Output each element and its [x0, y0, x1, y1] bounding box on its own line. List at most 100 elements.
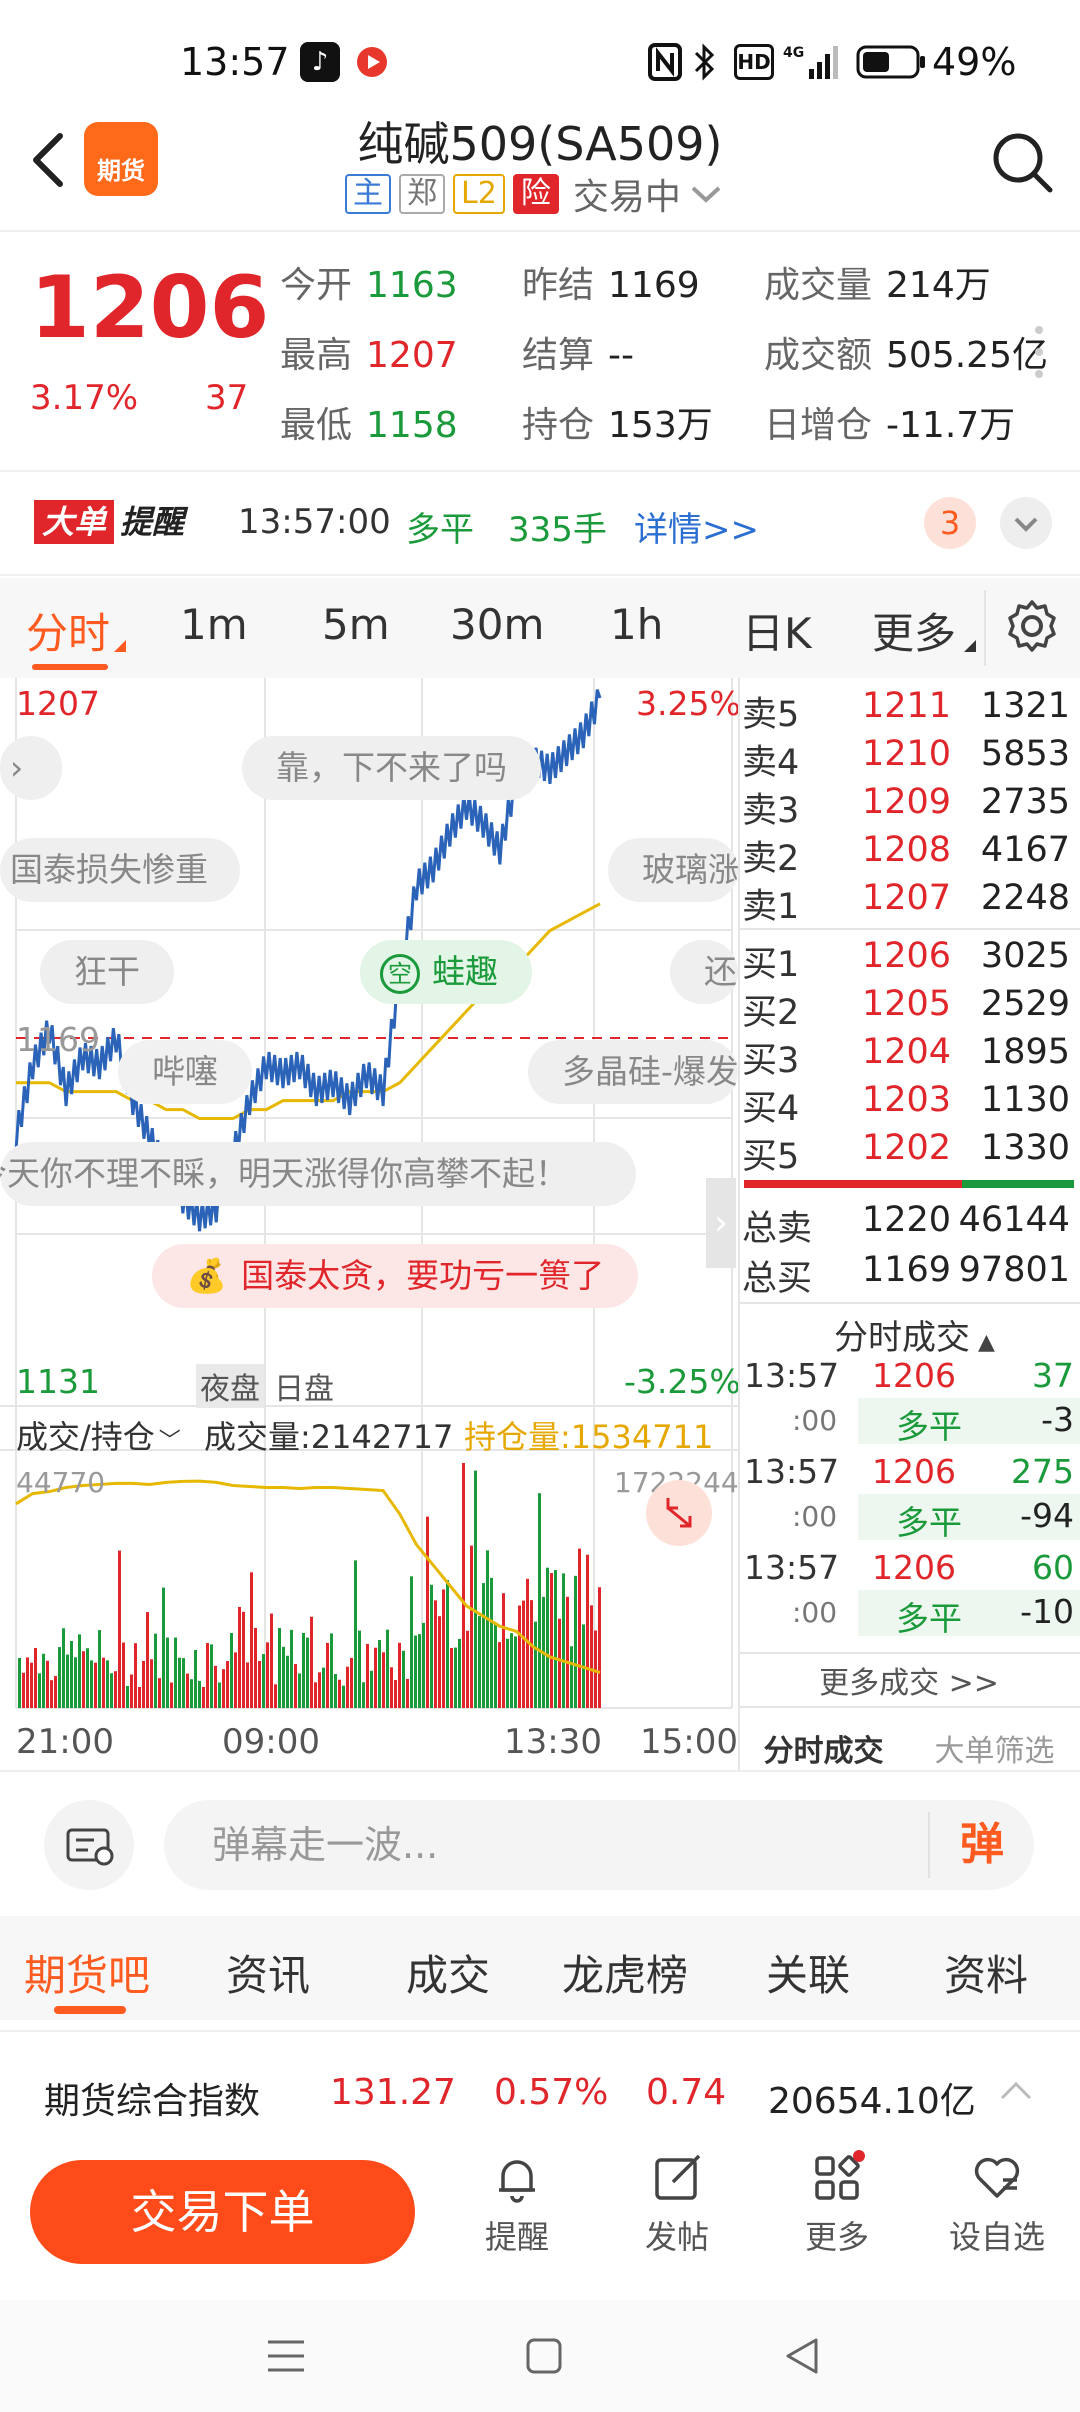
volume-bar: [498, 1642, 501, 1708]
tab-profile[interactable]: 资料: [944, 1942, 1028, 2003]
expand-arrows-icon[interactable]: [646, 1480, 712, 1546]
volume-bar: [202, 1686, 205, 1708]
chevron-down-icon[interactable]: [689, 182, 723, 206]
tab-intraday[interactable]: 分时: [26, 600, 110, 661]
tab-trade-ticks[interactable]: 分时成交: [738, 1726, 909, 1770]
danmaku-bubble-highlight: 空蛙趣: [360, 940, 532, 1004]
place-order-button[interactable]: 交易下单: [30, 2160, 415, 2264]
status-time: 13:57: [180, 40, 290, 84]
tag-main: 主: [345, 174, 391, 214]
tab-related[interactable]: 关联: [766, 1942, 850, 2003]
more-trades-link[interactable]: 更多成交 >>: [738, 1658, 1080, 1702]
tab-daily-k[interactable]: 日K: [742, 600, 812, 661]
volume-bar: [362, 1682, 365, 1708]
panel-collapse-handle[interactable]: ›: [706, 1178, 736, 1268]
tab-5m[interactable]: 5m: [322, 600, 390, 649]
home-icon[interactable]: [524, 2336, 564, 2376]
nav-post[interactable]: 发帖: [602, 2150, 752, 2258]
volume-bar: [470, 1545, 473, 1708]
tab-trades[interactable]: 成交: [406, 1942, 490, 2003]
index-change-pct: 0.57%: [494, 2072, 609, 2113]
stat-high: 最高 1207: [280, 335, 458, 376]
alert-detail-link[interactable]: 详情>>: [634, 502, 759, 551]
volume-bar: [122, 1642, 125, 1708]
volume-bar: [194, 1649, 197, 1708]
y-axis-low: 1131: [16, 1362, 100, 1401]
danmaku-bubble-gift: 💰 国泰太贪，要功亏一篑了: [152, 1244, 639, 1308]
contract-tags: 主 郑 L2 险 交易中: [345, 172, 723, 218]
apps-icon: [815, 2150, 865, 2200]
volume-bar: [574, 1575, 577, 1708]
volume-bar: [330, 1633, 333, 1708]
status-bar: 13:57 ♪ HD 4G 49%: [0, 0, 1080, 110]
volume-bar: [374, 1647, 377, 1708]
tab-1m[interactable]: 1m: [180, 600, 248, 649]
volume-bar: [270, 1613, 273, 1708]
volume-bar: [78, 1634, 81, 1708]
stat-open-interest: 持仓 153万: [522, 405, 713, 446]
danmaku-toggle-icon[interactable]: [44, 1800, 134, 1890]
volume-bar: [26, 1657, 29, 1708]
chevron-up-icon[interactable]: [998, 2078, 1034, 2102]
danmaku-bubble: 哔噻: [118, 1040, 252, 1104]
volume-selector[interactable]: 成交/持仓 ﹀: [16, 1412, 181, 1458]
heart-icon: [974, 2157, 1020, 2198]
divider: [738, 1302, 1080, 1304]
tab-30m[interactable]: 30m: [450, 600, 544, 649]
tab-futures-forum[interactable]: 期货吧: [24, 1942, 150, 2003]
back-icon[interactable]: [782, 2336, 822, 2376]
bid-row-3: 买3 1204 1895: [742, 1032, 1070, 1081]
index-amount: 20654.10亿: [768, 2081, 976, 2122]
index-change: 0.74: [646, 2072, 727, 2113]
change-percent: 3.17%: [30, 378, 139, 418]
danmaku-input[interactable]: 弹幕走一波...: [164, 1800, 1034, 1890]
volume-bar: [190, 1679, 193, 1708]
volume-bar: [218, 1682, 221, 1708]
nav-alert[interactable]: 提醒: [442, 2150, 592, 2258]
session-night-label: 夜盘: [196, 1364, 264, 1408]
volume-bar: [134, 1643, 137, 1708]
volume-bar: [206, 1643, 209, 1708]
danmaku-send-button[interactable]: 弹: [930, 1800, 1034, 1890]
volume-bar: [90, 1660, 93, 1708]
menu-icon[interactable]: [266, 2336, 306, 2376]
index-value: 131.27: [330, 2072, 456, 2113]
volume-bar: [430, 1584, 433, 1708]
tab-big-order-filter[interactable]: 大单筛选: [909, 1726, 1080, 1770]
tab-1h[interactable]: 1h: [610, 600, 663, 649]
volume-bar: [398, 1642, 401, 1708]
nav-add-watchlist[interactable]: 设自选: [922, 2150, 1072, 2258]
volume-bar: [182, 1658, 185, 1708]
volume-bar: [154, 1633, 157, 1708]
search-icon[interactable]: [990, 130, 1054, 194]
caret-up-icon: ▲: [978, 1330, 995, 1355]
nav-more[interactable]: 更多: [762, 2150, 912, 2258]
alert-expand-button[interactable]: [1000, 497, 1052, 549]
volume-bar: [570, 1646, 573, 1708]
danmaku-bubble-partial: ›: [0, 736, 62, 800]
tab-more[interactable]: 更多: [872, 600, 956, 661]
index-ticker-row[interactable]: 期货综合指数 131.27 0.57% 0.74 20654.10亿: [0, 2030, 1080, 2150]
gear-icon[interactable]: [1004, 598, 1060, 654]
bid-row-4: 买4 1203 1130: [742, 1080, 1070, 1129]
stat-open: 今开 1163: [280, 265, 458, 306]
tab-leaderboard[interactable]: 龙虎榜: [562, 1942, 688, 2003]
x-axis-label: 09:00: [222, 1722, 320, 1762]
chevron-down-icon: [1014, 517, 1038, 532]
volume-bar: [342, 1685, 345, 1708]
volume-bar: [70, 1641, 73, 1708]
more-dots-icon[interactable]: [1034, 322, 1044, 382]
volume-bar: [306, 1637, 309, 1708]
stat-low: 最低 1158: [280, 405, 458, 446]
tab-news[interactable]: 资讯: [226, 1942, 310, 2003]
volume-bar: [62, 1628, 65, 1708]
volume-bar: [402, 1650, 405, 1708]
volume-bar: [118, 1550, 121, 1708]
volume-bar: [294, 1664, 297, 1708]
change-amount: 37: [205, 378, 249, 418]
ask-row-3: 卖3 1209 2735: [742, 782, 1070, 831]
volume-bar: [274, 1684, 277, 1708]
trade-status[interactable]: 交易中: [573, 168, 681, 220]
battery-icon: [855, 42, 927, 82]
volume-bar: [106, 1660, 109, 1708]
